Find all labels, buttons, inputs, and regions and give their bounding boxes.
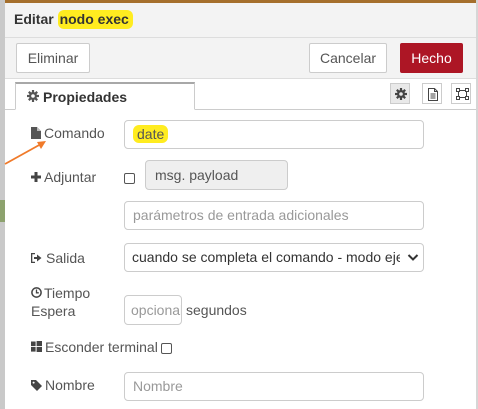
sign-out-icon bbox=[31, 253, 42, 263]
edit-tray: Editar nodo exec Eliminar Cancelar Hecho… bbox=[5, 3, 476, 409]
windows-icon bbox=[31, 341, 42, 352]
timeout-input[interactable]: opcional bbox=[124, 295, 182, 325]
tabs-bar: Propiedades bbox=[5, 79, 476, 110]
timeout-unit: segundos bbox=[186, 302, 247, 318]
output-label: Salida bbox=[31, 250, 126, 267]
description-tab-button[interactable] bbox=[422, 83, 442, 104]
append-payload-typed-input[interactable]: msg. payload bbox=[145, 160, 288, 190]
gear-icon bbox=[395, 88, 407, 100]
tag-icon bbox=[31, 380, 42, 391]
chevron-down-icon bbox=[407, 254, 419, 261]
output-select[interactable]: cuando se completa el comando - modo eje… bbox=[124, 243, 424, 272]
cancel-button[interactable]: Cancelar bbox=[309, 43, 387, 73]
append-checkbox[interactable] bbox=[124, 173, 135, 184]
tray-toolbar: Eliminar Cancelar Hecho bbox=[5, 38, 476, 79]
name-input[interactable]: Nombre bbox=[124, 372, 424, 401]
clock-icon bbox=[31, 287, 42, 298]
hide-terminal-checkbox[interactable] bbox=[161, 343, 172, 354]
tray-header: Editar nodo exec bbox=[5, 3, 476, 38]
appearance-tab-button[interactable] bbox=[451, 83, 471, 104]
hide-terminal-label: Esconder terminal bbox=[31, 339, 158, 356]
command-value: date bbox=[133, 125, 169, 143]
command-input[interactable]: date bbox=[124, 120, 424, 149]
settings-tab-button[interactable] bbox=[390, 83, 410, 104]
title-node-name: nodo exec bbox=[57, 10, 133, 29]
name-label: Nombre bbox=[31, 377, 126, 394]
timeout-label: Tiempo Espera bbox=[31, 285, 91, 319]
annotation-arrow bbox=[4, 141, 46, 165]
output-selected-value: cuando se completa el comando - modo eje… bbox=[132, 249, 400, 265]
appearance-icon bbox=[456, 88, 469, 100]
document-icon bbox=[428, 88, 438, 101]
done-button[interactable]: Hecho bbox=[400, 43, 463, 73]
extra-params-input[interactable]: parámetros de entrada adicionales bbox=[124, 201, 424, 230]
